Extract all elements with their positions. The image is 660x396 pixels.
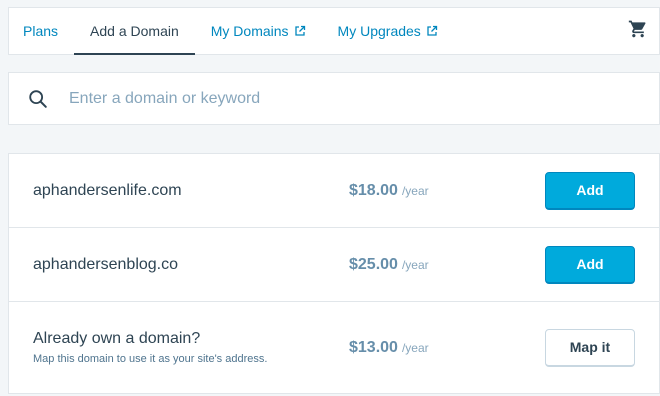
cart-icon xyxy=(628,19,648,44)
tab-add-a-domain[interactable]: Add a Domain xyxy=(74,8,195,55)
tab-label: Plans xyxy=(23,23,59,39)
external-link-icon xyxy=(426,25,438,37)
tab-my-upgrades[interactable]: My Upgrades xyxy=(322,8,454,54)
search-icon xyxy=(27,88,67,110)
external-link-icon xyxy=(294,25,306,37)
price: $25.00 /year xyxy=(349,256,429,274)
tab-label: My Domains xyxy=(210,23,289,39)
list-item: Already own a domain? Map this domain to… xyxy=(9,302,659,393)
price-period: /year xyxy=(401,257,429,272)
price-amount: $13.00 xyxy=(349,338,398,356)
domain-search-bar xyxy=(8,72,660,125)
map-domain-subtitle: Map this domain to use it as your site's… xyxy=(33,353,268,365)
price-period: /year xyxy=(401,340,429,355)
map-domain-info: Already own a domain? Map this domain to… xyxy=(33,330,267,365)
search-input[interactable] xyxy=(67,72,659,125)
domain-name: aphandersenlife.com xyxy=(33,181,182,199)
price: $18.00 /year xyxy=(349,182,429,200)
tab-my-domains[interactable]: My Domains xyxy=(195,8,322,54)
domain-results-list: aphandersenlife.com $18.00 /year Add aph… xyxy=(8,153,660,394)
list-item: aphandersenblog.co $25.00 /year Add xyxy=(9,228,659,302)
map-domain-title: Already own a domain? xyxy=(33,330,201,347)
top-navigation: Plans Add a Domain My Domains My Upgrade… xyxy=(8,7,660,55)
tab-label: Add a Domain xyxy=(90,23,179,39)
price: $13.00 /year xyxy=(349,339,429,357)
tab-plans[interactable]: Plans xyxy=(9,8,74,54)
cart-button[interactable] xyxy=(617,8,659,54)
price-period: /year xyxy=(401,183,429,198)
map-it-button[interactable]: Map it xyxy=(545,328,635,367)
add-button[interactable]: Add xyxy=(545,171,635,210)
tab-label: My Upgrades xyxy=(337,23,421,39)
domain-name: aphandersenblog.co xyxy=(33,255,179,273)
price-amount: $25.00 xyxy=(349,255,398,273)
add-button[interactable]: Add xyxy=(545,245,635,284)
price-amount: $18.00 xyxy=(349,181,398,199)
list-item: aphandersenlife.com $18.00 /year Add xyxy=(9,154,659,228)
